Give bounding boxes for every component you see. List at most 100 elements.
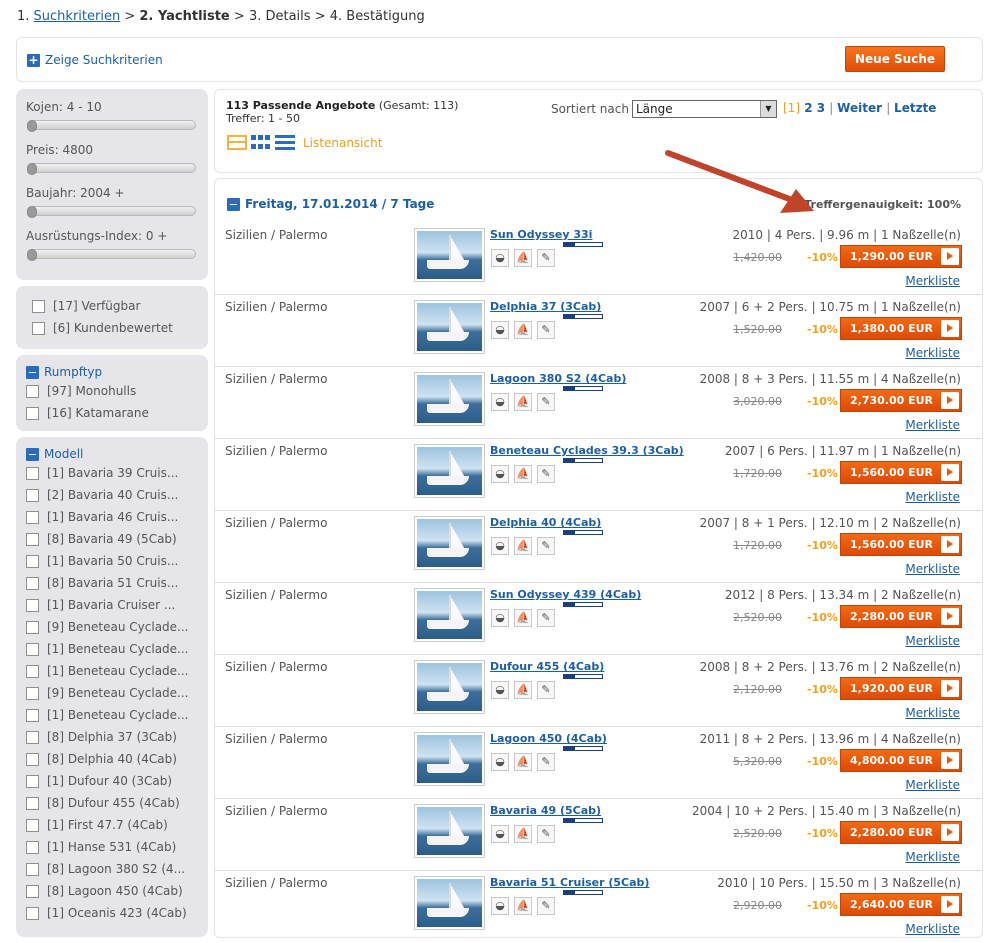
yacht-name-link[interactable]: Delphia 40 (4Cab) [490, 516, 601, 529]
new-search-button[interactable]: Neue Suche [845, 46, 945, 72]
checkbox[interactable] [26, 620, 39, 634]
checkbox[interactable] [26, 576, 39, 590]
last-page-link[interactable]: Letzte [894, 101, 936, 115]
price-book-button[interactable]: 1,290.00 EUR [840, 245, 962, 268]
sort-select[interactable]: Länge ▼ [632, 100, 777, 118]
checkbox[interactable] [26, 686, 39, 700]
date-group-toggle[interactable]: Freitag, 17.01.2014 / 7 Tage [227, 197, 434, 211]
filter-model[interactable]: [1] Bavaria 46 Cruis... [26, 506, 198, 528]
compact-view-icon[interactable] [227, 135, 247, 150]
yacht-thumbnail[interactable] [414, 660, 485, 714]
yacht-name-link[interactable]: Dufour 455 (4Cab) [490, 660, 604, 673]
checkbox[interactable] [26, 796, 39, 810]
filter-model[interactable]: [9] Beneteau Cyclade... [26, 682, 198, 704]
filter-model[interactable]: [8] Dufour 455 (4Cab) [26, 792, 198, 814]
yacht-name-link[interactable]: Bavaria 49 (5Cab) [490, 804, 601, 817]
price-book-button[interactable]: 4,800.00 EUR [840, 749, 962, 772]
yacht-thumbnail[interactable] [414, 516, 485, 570]
watchlist-link[interactable]: Merkliste [905, 562, 960, 576]
yacht-thumbnail[interactable] [414, 228, 485, 282]
price-book-button[interactable]: 1,920.00 EUR [840, 677, 962, 700]
checkbox[interactable] [26, 488, 39, 502]
checkbox[interactable] [26, 774, 39, 788]
filter-model[interactable]: [1] Bavaria Cruiser ... [26, 594, 198, 616]
filter-model[interactable]: [1] Oceanis 423 (4Cab) [26, 902, 198, 924]
checkbox[interactable] [26, 752, 39, 766]
checkbox[interactable] [26, 906, 39, 920]
filter-model[interactable]: [1] Beneteau Cyclade... [26, 704, 198, 726]
watchlist-link[interactable]: Merkliste [905, 778, 960, 792]
yacht-name-link[interactable]: Bavaria 51 Cruiser (5Cab) [490, 876, 649, 889]
filter-monohulls[interactable]: [97] Monohulls [26, 380, 198, 402]
filter-model[interactable]: [1] Dufour 40 (3Cab) [26, 770, 198, 792]
watchlist-link[interactable]: Merkliste [905, 634, 960, 648]
filter-model[interactable]: [2] Bavaria 40 Cruis... [26, 484, 198, 506]
yacht-name-link[interactable]: Sun Odyssey 439 (4Cab) [490, 588, 641, 601]
breadcrumb-link-search-criteria[interactable]: Suchkriterien [34, 9, 121, 24]
yacht-name-link[interactable]: Beneteau Cyclades 39.3 (3Cab) [490, 444, 684, 457]
checkbox[interactable] [26, 642, 39, 656]
yacht-name-link[interactable]: Delphia 37 (3Cab) [490, 300, 601, 313]
yacht-thumbnail[interactable] [414, 588, 485, 642]
watchlist-link[interactable]: Merkliste [905, 274, 960, 288]
filter-model[interactable]: [8] Lagoon 380 S2 (4... [26, 858, 198, 880]
yacht-thumbnail[interactable] [414, 732, 485, 786]
checkbox[interactable] [26, 730, 39, 744]
yacht-thumbnail[interactable] [414, 300, 485, 354]
checkbox[interactable] [26, 708, 39, 722]
filter-model[interactable]: [9] Beneteau Cyclade... [26, 616, 198, 638]
yacht-thumbnail[interactable] [414, 372, 485, 426]
price-book-button[interactable]: 1,560.00 EUR [840, 461, 962, 484]
watchlist-link[interactable]: Merkliste [905, 922, 960, 936]
watchlist-link[interactable]: Merkliste [905, 490, 960, 504]
price-book-button[interactable]: 2,280.00 EUR [840, 605, 962, 628]
page-2-link[interactable]: 2 [804, 101, 812, 115]
yacht-thumbnail[interactable] [414, 804, 485, 858]
checkbox[interactable] [32, 321, 45, 335]
yacht-thumbnail[interactable] [414, 876, 485, 930]
filter-model[interactable]: [1] Bavaria 50 Cruis... [26, 550, 198, 572]
filter-model[interactable]: [1] Beneteau Cyclade... [26, 660, 198, 682]
show-search-criteria-toggle[interactable]: + Zeige Suchkriterien [27, 53, 163, 67]
watchlist-link[interactable]: Merkliste [905, 706, 960, 720]
filter-customer-rated[interactable]: [6] Kundenbewertet [32, 317, 198, 339]
filter-model[interactable]: [8] Lagoon 450 (4Cab) [26, 880, 198, 902]
checkbox[interactable] [26, 598, 39, 612]
checkbox[interactable] [26, 818, 39, 832]
checkbox[interactable] [26, 884, 39, 898]
filter-model[interactable]: [1] Hanse 531 (4Cab) [26, 836, 198, 858]
hull-type-toggle[interactable]: Rumpftyp [26, 364, 198, 380]
price-book-button[interactable]: 1,560.00 EUR [840, 533, 962, 556]
checkbox[interactable] [26, 840, 39, 854]
filter-model[interactable]: [8] Delphia 40 (4Cab) [26, 748, 198, 770]
checkbox[interactable] [32, 299, 45, 313]
checkbox[interactable] [26, 664, 39, 678]
grid-view-icon[interactable] [251, 135, 271, 150]
checkbox[interactable] [26, 510, 39, 524]
checkbox[interactable] [26, 384, 39, 398]
price-slider[interactable] [27, 163, 196, 175]
checkbox[interactable] [26, 532, 39, 546]
price-book-button[interactable]: 2,640.00 EUR [840, 893, 962, 916]
watchlist-link[interactable]: Merkliste [905, 346, 960, 360]
filter-model[interactable]: [8] Bavaria 51 Cruis... [26, 572, 198, 594]
checkbox[interactable] [26, 466, 39, 480]
yacht-name-link[interactable]: Lagoon 380 S2 (4Cab) [490, 372, 626, 385]
yacht-thumbnail[interactable] [414, 444, 485, 498]
checkbox[interactable] [26, 554, 39, 568]
equipment-index-slider[interactable] [27, 249, 196, 261]
filter-model[interactable]: [1] Bavaria 39 Cruis... [26, 462, 198, 484]
model-toggle[interactable]: Modell [26, 446, 198, 462]
year-slider[interactable] [27, 206, 196, 218]
checkbox[interactable] [26, 862, 39, 876]
price-book-button[interactable]: 2,730.00 EUR [840, 389, 962, 412]
filter-model[interactable]: [8] Delphia 37 (3Cab) [26, 726, 198, 748]
next-page-link[interactable]: Weiter [837, 101, 882, 115]
watchlist-link[interactable]: Merkliste [905, 418, 960, 432]
page-3-link[interactable]: 3 [817, 101, 825, 115]
yacht-name-link[interactable]: Lagoon 450 (4Cab) [490, 732, 607, 745]
filter-catamarans[interactable]: [16] Katamarane [26, 402, 198, 424]
watchlist-link[interactable]: Merkliste [905, 850, 960, 864]
filter-model[interactable]: [8] Bavaria 49 (5Cab) [26, 528, 198, 550]
price-book-button[interactable]: 2,280.00 EUR [840, 821, 962, 844]
